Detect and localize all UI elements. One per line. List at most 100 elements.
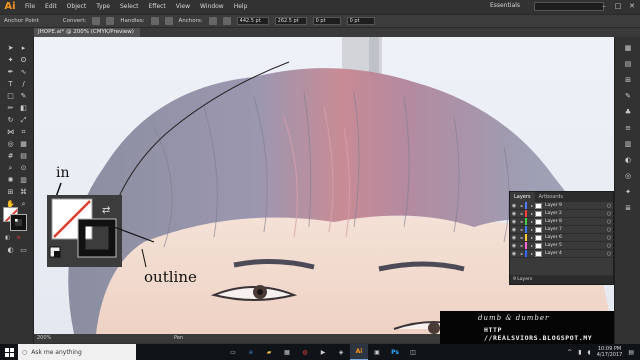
- app-icon[interactable]: ◈: [332, 344, 350, 360]
- eraser-tool-icon[interactable]: ◧: [18, 103, 29, 114]
- graphic-styles-icon[interactable]: ✦: [623, 187, 633, 197]
- task-view-icon[interactable]: ▭: [224, 344, 242, 360]
- visibility-eye-icon[interactable]: ◉: [510, 219, 518, 225]
- chevron-up-icon[interactable]: ^: [567, 349, 572, 356]
- x-field[interactable]: 442.5 pt: [236, 17, 269, 25]
- target-circle-icon[interactable]: ○: [605, 243, 613, 249]
- minimize-icon[interactable]: –: [600, 2, 608, 10]
- layer-name[interactable]: Layer 5: [545, 243, 605, 248]
- visibility-eye-icon[interactable]: ◉: [510, 203, 518, 209]
- default-fill-stroke-icon[interactable]: ◧: [2, 233, 13, 244]
- layer-name[interactable]: Layer 7: [545, 227, 605, 232]
- media-player-icon[interactable]: ▶: [314, 344, 332, 360]
- target-circle-icon[interactable]: ○: [605, 211, 613, 217]
- layer-row[interactable]: ◉ ▪ ▸ Layer 5 ○: [510, 242, 613, 250]
- document-tab[interactable]: JHOPE.ai* @ 200% (CMYK/Preview): [34, 28, 140, 37]
- symbols-icon[interactable]: ♣: [623, 107, 633, 117]
- lock-icon[interactable]: ▪: [518, 235, 525, 240]
- magic-wand-icon[interactable]: ✦: [5, 55, 16, 66]
- rectangle-tool-icon[interactable]: □: [5, 91, 16, 102]
- layer-name[interactable]: Layer 6: [545, 235, 605, 240]
- type-tool-icon[interactable]: T: [5, 79, 16, 90]
- artboard-canvas[interactable]: in ⇄ outline: [34, 37, 614, 334]
- menu-window[interactable]: Window: [195, 0, 229, 14]
- rotate-tool-icon[interactable]: ↻: [5, 115, 16, 126]
- target-circle-icon[interactable]: ○: [605, 251, 613, 257]
- menu-edit[interactable]: Edit: [40, 0, 62, 14]
- convert-corner-icon[interactable]: [92, 17, 101, 25]
- selection-tool-icon[interactable]: ➤: [5, 43, 16, 54]
- width-tool-icon[interactable]: ⋈: [5, 127, 16, 138]
- graph-tool-icon[interactable]: ▥: [18, 175, 29, 186]
- line-tool-icon[interactable]: /: [18, 79, 29, 90]
- stroke-swatch[interactable]: [10, 214, 27, 231]
- target-circle-icon[interactable]: ○: [605, 219, 613, 225]
- lock-icon[interactable]: ▪: [518, 219, 525, 224]
- chrome-icon[interactable]: ◍: [296, 344, 314, 360]
- close-icon[interactable]: ✕: [628, 2, 636, 10]
- scale-tool-icon[interactable]: ⤢: [18, 115, 29, 126]
- remove-anchor-icon[interactable]: [208, 17, 217, 25]
- clock[interactable]: 10:09 PM 4/17/2017: [597, 346, 623, 358]
- lock-icon[interactable]: ▪: [518, 227, 525, 232]
- layer-row[interactable]: ◉ ▪ ▸ Layer 4 ○: [510, 250, 613, 258]
- connect-anchor-icon[interactable]: [222, 17, 231, 25]
- zoom-level[interactable]: 200%: [37, 335, 51, 341]
- layer-row[interactable]: ◉ ▪ ▸ Layer 8 ○: [510, 218, 613, 226]
- visibility-eye-icon[interactable]: ◉: [510, 243, 518, 249]
- illustrator-taskbar-icon[interactable]: Ai: [350, 344, 368, 360]
- lock-icon[interactable]: ▪: [518, 211, 525, 216]
- menu-help[interactable]: Help: [229, 0, 253, 14]
- shape-builder-icon[interactable]: ◎: [5, 139, 16, 150]
- tab-artboards[interactable]: Artboards: [535, 192, 567, 202]
- menu-object[interactable]: Object: [62, 0, 92, 14]
- layer-row[interactable]: ◉ ▪ ▸ Layer 9 ○: [510, 202, 613, 210]
- layer-row[interactable]: ◉ ▪ ▸ Layer 7 ○: [510, 226, 613, 234]
- target-circle-icon[interactable]: ○: [605, 203, 613, 209]
- artboard-tool-icon[interactable]: ⊞: [5, 187, 16, 198]
- app-icon-3[interactable]: ◫: [404, 344, 422, 360]
- convert-smooth-icon[interactable]: [106, 17, 115, 25]
- visibility-eye-icon[interactable]: ◉: [510, 211, 518, 217]
- app-icon-2[interactable]: ▣: [368, 344, 386, 360]
- slice-tool-icon[interactable]: ⌘: [18, 187, 29, 198]
- direct-selection-tool-icon[interactable]: ▸: [18, 43, 29, 54]
- lasso-tool-icon[interactable]: ʘ: [18, 55, 29, 66]
- target-circle-icon[interactable]: ○: [605, 235, 613, 241]
- blend-tool-icon[interactable]: ⊙: [18, 163, 29, 174]
- zoom-tool-icon[interactable]: ⌕: [18, 199, 29, 210]
- file-explorer-icon[interactable]: ▰: [260, 344, 278, 360]
- tab-layers[interactable]: Layers: [510, 192, 535, 202]
- menu-type[interactable]: Type: [91, 0, 115, 14]
- lock-icon[interactable]: ▪: [518, 243, 525, 248]
- free-transform-icon[interactable]: ⌗: [18, 127, 29, 138]
- drawing-mode-icon[interactable]: ◐: [5, 245, 16, 256]
- notifications-icon[interactable]: ▤: [628, 349, 634, 356]
- cortana-search-box[interactable]: ○ Ask me anything: [18, 344, 136, 360]
- y-field[interactable]: 262.5 pt: [274, 17, 307, 25]
- stroke-panel-icon[interactable]: ≡: [623, 123, 633, 133]
- microphone-icon[interactable]: ○: [22, 349, 27, 356]
- visibility-eye-icon[interactable]: ◉: [510, 235, 518, 241]
- screen-mode-icon[interactable]: ▭: [18, 245, 29, 256]
- perspective-grid-icon[interactable]: ▦: [18, 139, 29, 150]
- pen-tool-icon[interactable]: ✒: [5, 67, 16, 78]
- show-handles-icon[interactable]: [150, 17, 159, 25]
- gradient-tool-icon[interactable]: ▤: [18, 151, 29, 162]
- network-icon[interactable]: ▮: [578, 349, 581, 356]
- layer-row[interactable]: ◉ ▪ ▸ Layer 6 ○: [510, 234, 613, 242]
- pencil-tool-icon[interactable]: ✏: [5, 103, 16, 114]
- menu-select[interactable]: Select: [115, 0, 144, 14]
- color-guide-icon[interactable]: ▤: [623, 59, 633, 69]
- none-swatch-icon[interactable]: ⊘: [13, 233, 24, 244]
- volume-icon[interactable]: ◖: [588, 349, 591, 356]
- layer-row[interactable]: ◉ ▪ ▸ Layer 2 ○: [510, 210, 613, 218]
- lock-icon[interactable]: ▪: [518, 251, 525, 256]
- layers-panel-icon[interactable]: ≣: [623, 203, 633, 213]
- mesh-tool-icon[interactable]: #: [5, 151, 16, 162]
- visibility-eye-icon[interactable]: ◉: [510, 251, 518, 257]
- photoshop-taskbar-icon[interactable]: Ps: [386, 344, 404, 360]
- eyedropper-icon[interactable]: ⌕: [5, 163, 16, 174]
- swatches-icon[interactable]: ⊞: [623, 75, 633, 85]
- paintbrush-tool-icon[interactable]: ✎: [18, 91, 29, 102]
